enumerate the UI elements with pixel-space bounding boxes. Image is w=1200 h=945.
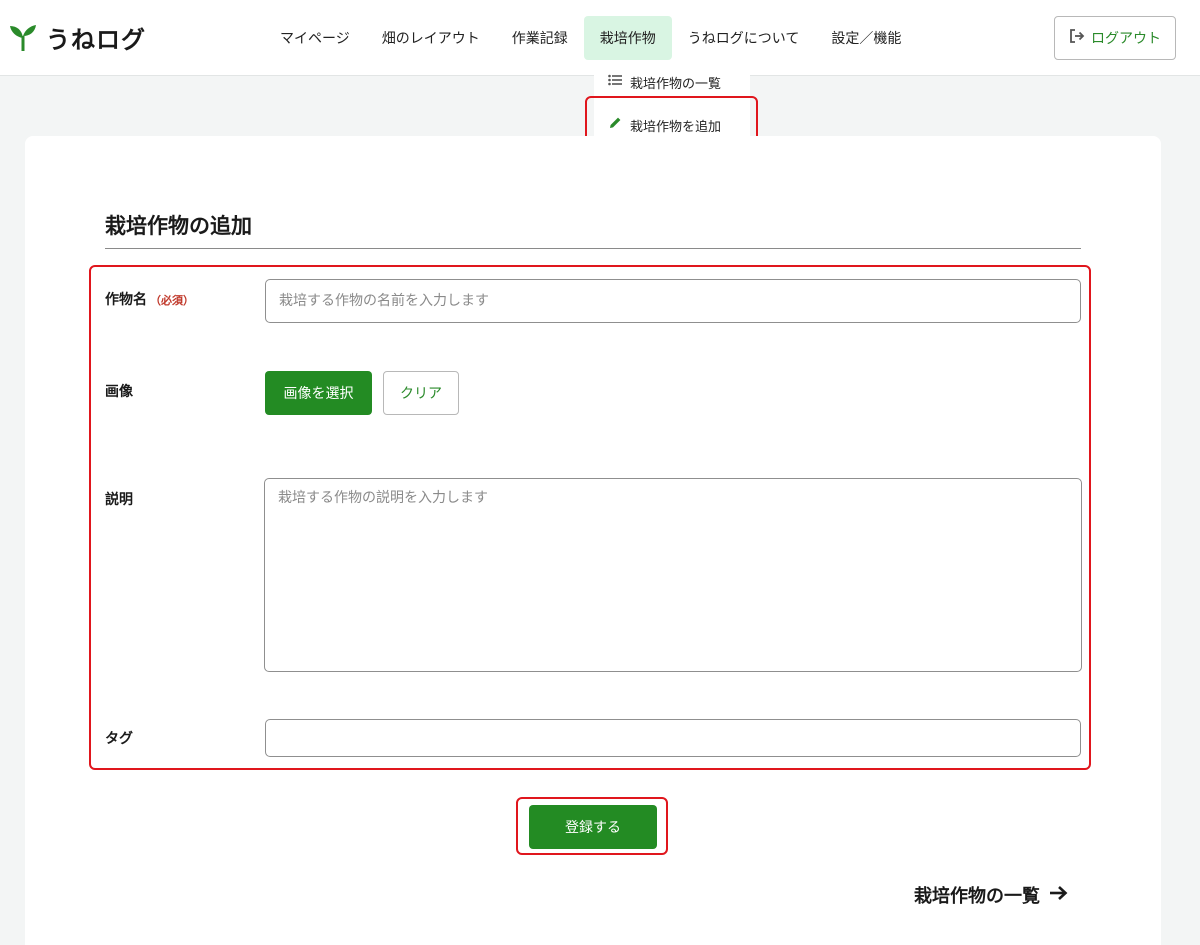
logout-button[interactable]: ログアウト <box>1054 16 1176 60</box>
description-label: 説明 <box>105 492 133 508</box>
crop-list-link[interactable]: 栽培作物の一覧 <box>914 882 1068 908</box>
pencil-icon <box>608 116 622 134</box>
menu-item-label: 栽培作物を追加 <box>630 119 722 135</box>
arrow-right-icon <box>1048 885 1068 906</box>
nav-item-field-layout[interactable]: 畑のレイアウト <box>366 16 496 60</box>
crop-name-label: 作物名 （必須） <box>105 289 194 309</box>
page-title: 栽培作物の追加 <box>105 214 252 238</box>
sprout-icon <box>8 23 38 53</box>
nav-item-about[interactable]: うねログについて <box>672 16 816 60</box>
app-name: うねログ <box>46 26 146 54</box>
image-label: 画像 <box>105 384 133 400</box>
menu-item-label: 栽培作物の一覧 <box>630 76 722 92</box>
main-nav: マイページ 畑のレイアウト 作業記録 栽培作物 うねログについて 設定／機能 <box>264 16 917 60</box>
nav-item-mypage[interactable]: マイページ <box>264 16 366 60</box>
logout-label: ログアウト <box>1091 31 1161 47</box>
title-divider <box>105 248 1081 249</box>
brand-logo[interactable]: うねログ <box>8 20 146 55</box>
crops-dropdown-menu: 栽培作物の一覧 栽培作物を追加 <box>594 63 750 144</box>
crop-list-link-label: 栽培作物の一覧 <box>914 886 1040 907</box>
nav-item-work-log[interactable]: 作業記録 <box>496 16 584 60</box>
menu-item-crop-list[interactable]: 栽培作物の一覧 <box>594 63 750 101</box>
clear-image-button[interactable]: クリア <box>383 371 459 415</box>
crop-name-label-text: 作物名 <box>105 292 147 308</box>
logout-icon <box>1069 29 1085 47</box>
nav-item-settings[interactable]: 設定／機能 <box>815 16 917 60</box>
tag-label: タグ <box>105 731 133 747</box>
list-icon <box>608 74 622 90</box>
submit-button[interactable]: 登録する <box>529 805 657 849</box>
required-badge: （必須） <box>150 294 194 307</box>
crop-name-input[interactable] <box>265 279 1081 323</box>
select-image-button[interactable]: 画像を選択 <box>265 371 372 415</box>
description-textarea[interactable] <box>264 478 1082 672</box>
nav-item-crops[interactable]: 栽培作物 <box>583 16 672 60</box>
tag-input[interactable] <box>265 719 1081 757</box>
